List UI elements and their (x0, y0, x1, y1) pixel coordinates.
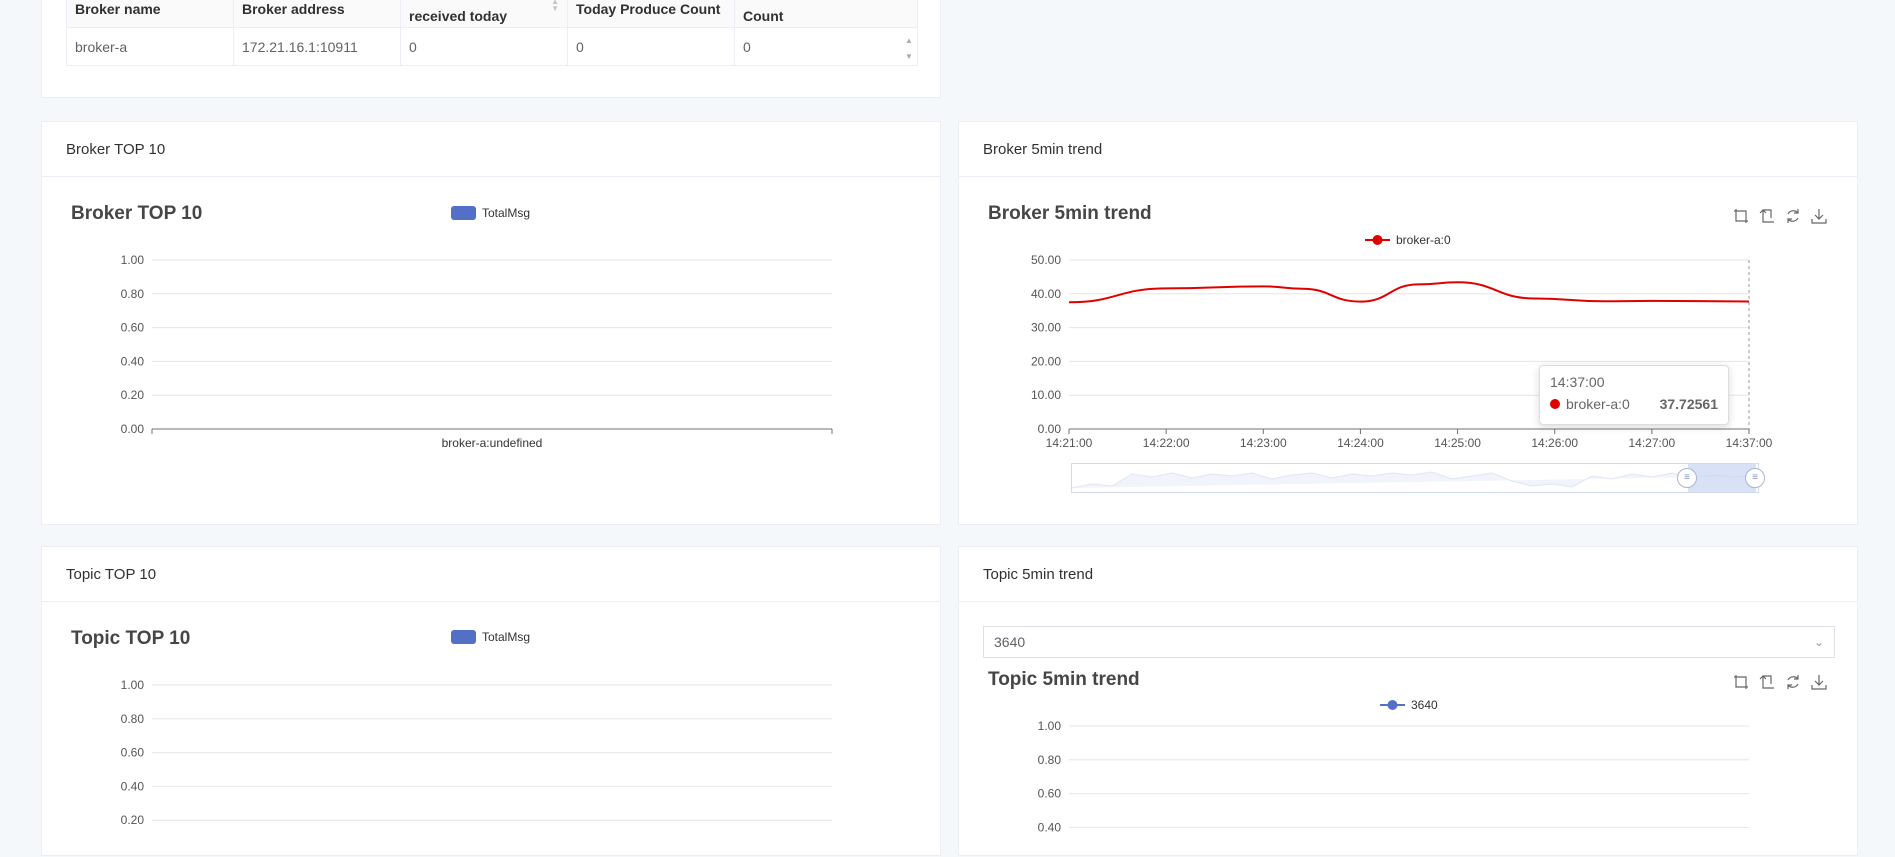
x-tick-label: 14:24:00 (1337, 436, 1384, 450)
y-tick-label: 0.80 (1038, 753, 1062, 767)
y-tick-label: 50.00 (1031, 253, 1061, 267)
y-tick-label: 0.80 (121, 712, 145, 726)
broker-table-card: Broker name Broker address received toda… (41, 0, 941, 98)
x-tick-label: 14:25:00 (1434, 436, 1481, 450)
y-tick-label: 0.00 (121, 422, 145, 436)
y-tick-label: 0.80 (121, 287, 145, 301)
y-tick-label: 0.40 (1038, 820, 1062, 834)
y-tick-label: 0.60 (121, 746, 145, 760)
y-tick-label: 0.60 (121, 321, 145, 335)
col-today-produce-count[interactable]: Today Produce Count (567, 0, 735, 28)
broker-top10-chart: 0.00 0.20 0.40 0.60 0.80 1.00 broker-a:undefin… (121, 253, 833, 450)
download-icon[interactable] (1811, 674, 1827, 690)
cell-today-produce: 0 (567, 27, 735, 66)
y-tick-label: 0.40 (121, 354, 145, 368)
broker-trend-card: Broker 5min trend Broker 5min trend brok… (958, 121, 1858, 525)
tooltip-dot (1550, 399, 1560, 409)
x-tick-label: 14:23:00 (1240, 436, 1287, 450)
y-tick-label: 0.60 (1038, 787, 1062, 801)
cell-broker-name: broker-a (66, 27, 234, 66)
chart-toolbox (1733, 674, 1837, 692)
sort-icon[interactable]: ▲ ▼ (551, 0, 559, 13)
x-tick-label: 14:26:00 (1531, 436, 1578, 450)
table-scrollbar[interactable]: ▲ ▼ (902, 33, 916, 71)
broker-top10-card: Broker TOP 10 Broker TOP 10 TotalMsg 0.0… (41, 121, 941, 525)
y-tick-label: 30.00 (1031, 321, 1061, 335)
zoom-icon[interactable] (1733, 208, 1749, 224)
datazoom-handle-right[interactable]: ≡ (1745, 468, 1765, 488)
y-tick-label: 0.00 (1038, 422, 1062, 436)
tooltip-time: 14:37:00 (1550, 374, 1605, 390)
y-tick-label: 40.00 (1031, 287, 1061, 301)
datazoom-preview (1072, 464, 1758, 492)
topic-top10-chart: 0.20 0.40 0.60 0.80 1.00 (121, 678, 832, 827)
restore-icon[interactable] (1785, 208, 1801, 224)
topic-trend-chart: 0.40 0.60 0.80 1.00 (1038, 719, 1749, 834)
tooltip-value: 37.72561 (1659, 396, 1718, 412)
zoom-reset-icon[interactable] (1759, 208, 1775, 224)
y-tick-label: 0.20 (121, 388, 145, 402)
download-icon[interactable] (1811, 208, 1827, 224)
col-count[interactable]: Count (734, 0, 918, 28)
chart-toolbox (1733, 208, 1837, 226)
table-row: broker-a 172.21.16.1:10911 0 0 0 (66, 27, 918, 66)
cell-count: 0 (734, 27, 918, 66)
x-tick-label: broker-a:undefined (442, 436, 543, 450)
y-tick-label: 0.20 (121, 813, 145, 827)
col-received-today[interactable]: received today ▲ ▼ (400, 0, 568, 28)
broker-table: Broker name Broker address received toda… (66, 0, 918, 66)
x-tick-label: 14:37:00 (1726, 436, 1773, 450)
y-tick-label: 1.00 (1038, 719, 1062, 733)
zoom-icon[interactable] (1733, 674, 1749, 690)
col-broker-address[interactable]: Broker address (233, 0, 401, 28)
restore-icon[interactable] (1785, 674, 1801, 690)
x-tick-label: 14:27:00 (1628, 436, 1675, 450)
topic-trend-card: Topic 5min trend 3640 ⌄ Topic 5min trend… (958, 546, 1858, 856)
col-broker-name[interactable]: Broker name (66, 0, 234, 28)
tooltip-series: broker-a:0 (1566, 396, 1630, 412)
y-tick-label: 0.40 (121, 779, 145, 793)
y-tick-label: 1.00 (121, 253, 145, 267)
y-tick-label: 10.00 (1031, 388, 1061, 402)
datazoom-handle-left[interactable]: ≡ (1677, 468, 1697, 488)
series-line-broker-a (1068, 281, 1750, 304)
chart-tooltip: 14:37:00 broker-a:0 37.72561 (1539, 365, 1729, 425)
datazoom-slider[interactable]: ≡ ≡ (1071, 463, 1765, 493)
cell-received-today: 0 (400, 27, 568, 66)
x-tick-label: 14:22:00 (1143, 436, 1190, 450)
y-tick-label: 20.00 (1031, 354, 1061, 368)
y-tick-label: 1.00 (121, 678, 145, 692)
cell-broker-address: 172.21.16.1:10911 (233, 27, 401, 66)
table-header-row: Broker name Broker address received toda… (66, 0, 918, 28)
zoom-reset-icon[interactable] (1759, 674, 1775, 690)
x-tick-label: 14:21:00 (1046, 436, 1093, 450)
topic-top10-card: Topic TOP 10 Topic TOP 10 TotalMsg 0.20 0… (41, 546, 941, 856)
